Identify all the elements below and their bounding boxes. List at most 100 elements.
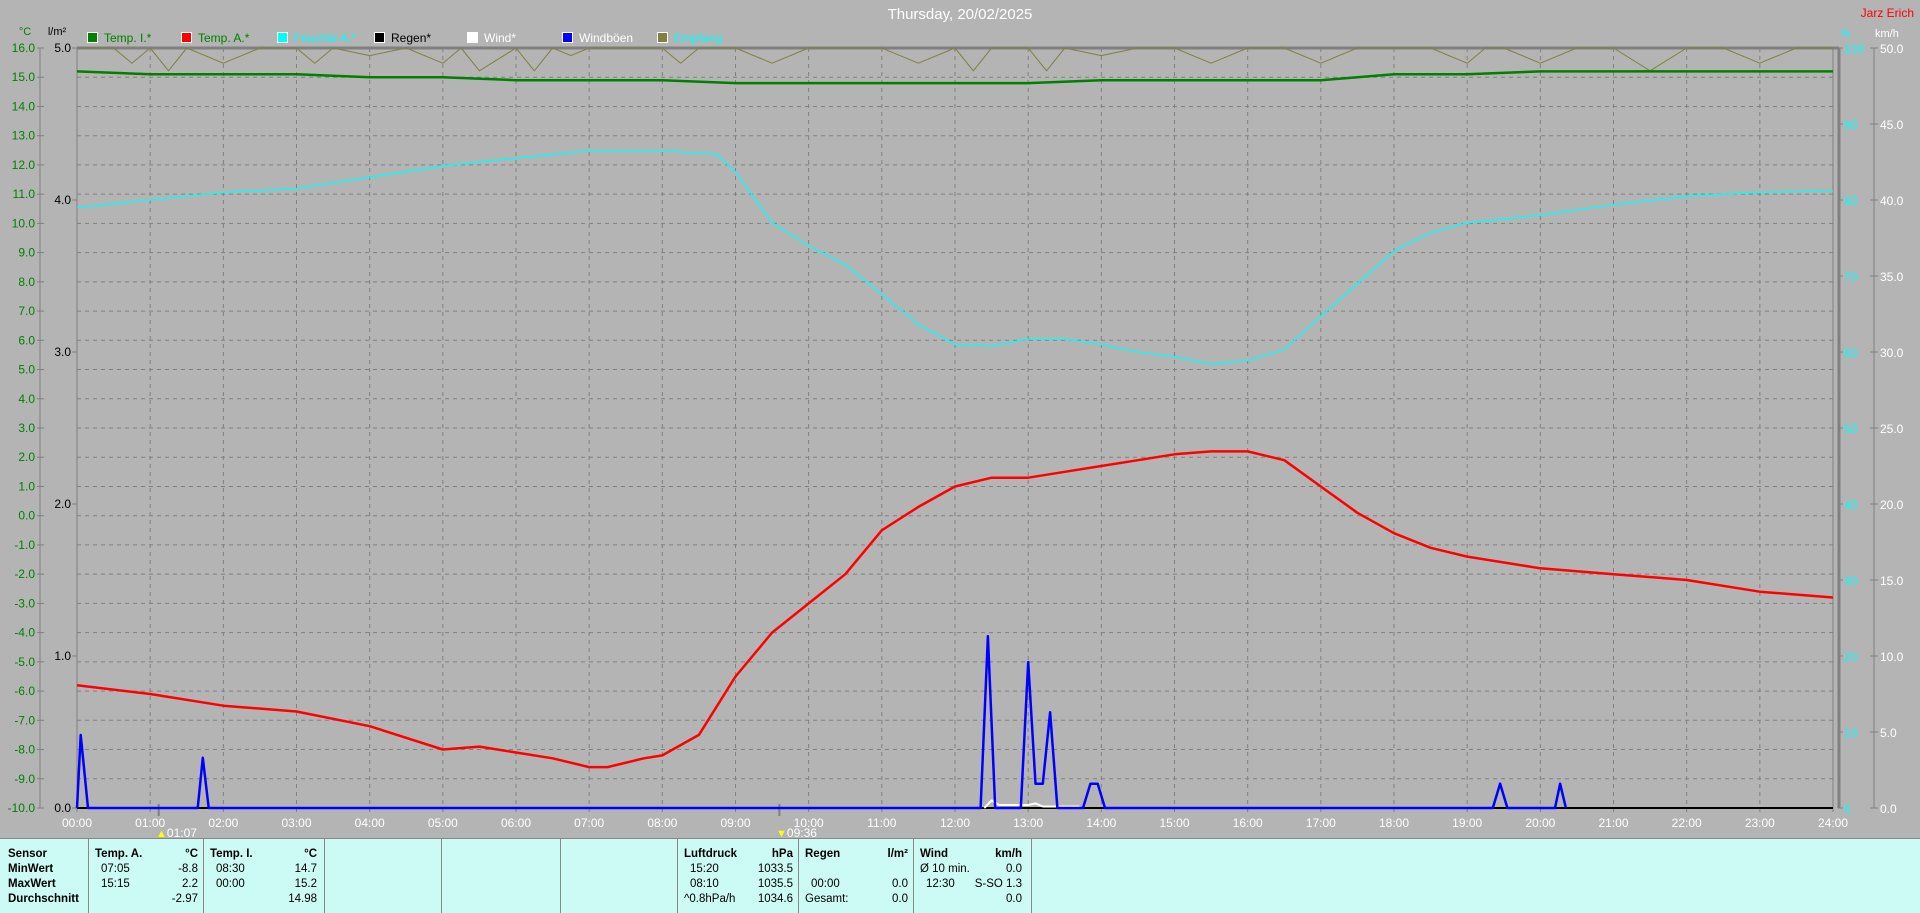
row-label-min: MinWert — [8, 863, 53, 875]
temp-a-min: -8.8 — [178, 863, 198, 875]
rain-max-time: 00:00 — [811, 878, 840, 890]
legend-label: Wind* — [484, 31, 516, 45]
col-rain: Regen l/m² 00:00 0.0 Gesamt: 0.0 — [798, 839, 914, 913]
legend-item: Empfang — [657, 31, 722, 45]
x-tick-label: 22:00 — [1672, 816, 1702, 830]
rain-max: 0.0 — [892, 878, 908, 890]
humidity-tick-label: 60 — [1844, 346, 1858, 360]
x-tick-label: 20:00 — [1525, 816, 1555, 830]
humidity-tick-label: 40 — [1844, 498, 1858, 512]
wind-avg: 0.0 — [1006, 893, 1022, 905]
rain-axis-unit: l/m² — [48, 26, 67, 38]
sensor-header: Sensor — [8, 848, 47, 860]
temp-i-min: 14.7 — [295, 863, 317, 875]
temp-tick-label: -5.0 — [14, 655, 35, 669]
rain-header: Regen — [805, 848, 840, 860]
col-sensor: Sensor MinWert MaxWert Durchschnitt — [0, 839, 88, 913]
x-tick-label: 12:00 — [940, 816, 970, 830]
legend-label: Regen* — [391, 31, 431, 45]
humidity-tick-label: 10 — [1844, 726, 1858, 740]
col-empty — [324, 839, 442, 913]
temp-a-min-time: 07:05 — [101, 863, 130, 875]
temp-i-max-time: 00:00 — [216, 878, 245, 890]
wind-tick-label: 35.0 — [1880, 270, 1904, 284]
temp-tick-label: 12.0 — [12, 158, 36, 172]
humidity-tick-label: 20 — [1844, 650, 1858, 664]
x-tick-label: 23:00 — [1745, 816, 1775, 830]
row-label-avg: Durchschnitt — [8, 893, 79, 905]
legend-label: Temp. A.* — [198, 31, 249, 45]
temp-tick-label: -7.0 — [14, 713, 35, 727]
rain-total-label: Gesamt: — [805, 893, 848, 905]
x-tick-label: 06:00 — [501, 816, 531, 830]
col-pressure: Luftdruck hPa 15:20 1033.5 08:10 1035.5 … — [677, 839, 799, 913]
temp-i-min-time: 08:30 — [216, 863, 245, 875]
col-temp-a: Temp. A. °C 07:05 -8.8 15:15 2.2 -2.97 — [88, 839, 204, 913]
wind-tick-label: 30.0 — [1880, 346, 1904, 360]
temp-i-unit: °C — [304, 848, 317, 860]
humidity-tick-label: 90 — [1844, 118, 1858, 132]
x-tick-label: 13:00 — [1013, 816, 1043, 830]
wind-tick-label: 15.0 — [1880, 574, 1904, 588]
wind-tick-label: 5.0 — [1880, 726, 1897, 740]
temp-tick-label: 7.0 — [18, 304, 35, 318]
wind-axis-unit: km/h — [1875, 28, 1899, 40]
temp-a-unit: °C — [185, 848, 198, 860]
x-tick-label: 21:00 — [1598, 816, 1628, 830]
legend-swatch — [181, 32, 192, 43]
x-tick-label: 19:00 — [1452, 816, 1482, 830]
x-tick-label: 18:00 — [1379, 816, 1409, 830]
legend-swatch — [467, 32, 478, 43]
temp-axis-unit: °C — [19, 26, 31, 38]
humidity-tick-label: 30 — [1844, 574, 1858, 588]
temp-a-max-time: 15:15 — [101, 878, 130, 890]
temp-tick-label: 5.0 — [18, 363, 35, 377]
rain-unit: l/m² — [888, 848, 908, 860]
temp-i-max: 15.2 — [295, 878, 317, 890]
wind-unit: km/h — [995, 848, 1022, 860]
humidity-tick-label: 100 — [1844, 42, 1864, 56]
wind-tick-label: 0.0 — [1880, 802, 1897, 816]
legend-swatch — [562, 32, 573, 43]
row-label-max: MaxWert — [8, 878, 56, 890]
temp-tick-label: 15.0 — [12, 70, 36, 84]
wind-tick-label: 10.0 — [1880, 650, 1904, 664]
wind-header: Wind — [920, 848, 948, 860]
wind-tick-label: 25.0 — [1880, 422, 1904, 436]
x-tick-label: 16:00 — [1233, 816, 1263, 830]
legend-item: Regen* — [374, 31, 431, 45]
col-wind: Wind km/h Ø 10 min. 0.0 12:30 S-SO 1.3 0… — [913, 839, 1032, 913]
temp-tick-label: 1.0 — [18, 479, 35, 493]
temp-tick-label: 13.0 — [12, 129, 36, 143]
pressure-max-time: 08:10 — [690, 878, 719, 890]
x-tick-label: 17:00 — [1306, 816, 1336, 830]
legend-label: Empfang — [674, 31, 722, 45]
wind-avg10: 0.0 — [1006, 863, 1022, 875]
legend-label: Feuchte A.* — [294, 31, 356, 45]
wind-max-time: 12:30 — [926, 878, 955, 890]
temp-a-max: 2.2 — [182, 878, 198, 890]
x-tick-label: 04:00 — [355, 816, 385, 830]
humidity-axis-unit: % — [1841, 28, 1851, 40]
x-tick-label: 03:00 — [281, 816, 311, 830]
legend-swatch — [374, 32, 385, 43]
humidity-tick-label: 80 — [1844, 194, 1858, 208]
temp-tick-label: -9.0 — [14, 772, 35, 786]
rain-tick-label: 2.0 — [54, 497, 71, 511]
wind-tick-label: 40.0 — [1880, 194, 1904, 208]
legend-item: Feuchte A.* — [277, 31, 356, 45]
temp-tick-label: -1.0 — [14, 538, 35, 552]
col-empty — [560, 839, 678, 913]
temp-tick-label: 10.0 — [12, 216, 36, 230]
wind-tick-label: 20.0 — [1880, 498, 1904, 512]
rain-tick-label: 3.0 — [54, 345, 71, 359]
legend-item: Wind* — [467, 31, 516, 45]
legend-item: Temp. A.* — [181, 31, 249, 45]
weather-chart: 16.015.014.013.012.011.010.09.08.07.06.0… — [0, 0, 1920, 838]
temp-tick-label: -3.0 — [14, 596, 35, 610]
rain-tick-label: 0.0 — [54, 801, 71, 815]
humidity-tick-label: 0 — [1844, 802, 1851, 816]
legend-label: Temp. I.* — [104, 31, 151, 45]
temp-tick-label: 0.0 — [18, 509, 35, 523]
rain-tick-label: 4.0 — [54, 193, 71, 207]
